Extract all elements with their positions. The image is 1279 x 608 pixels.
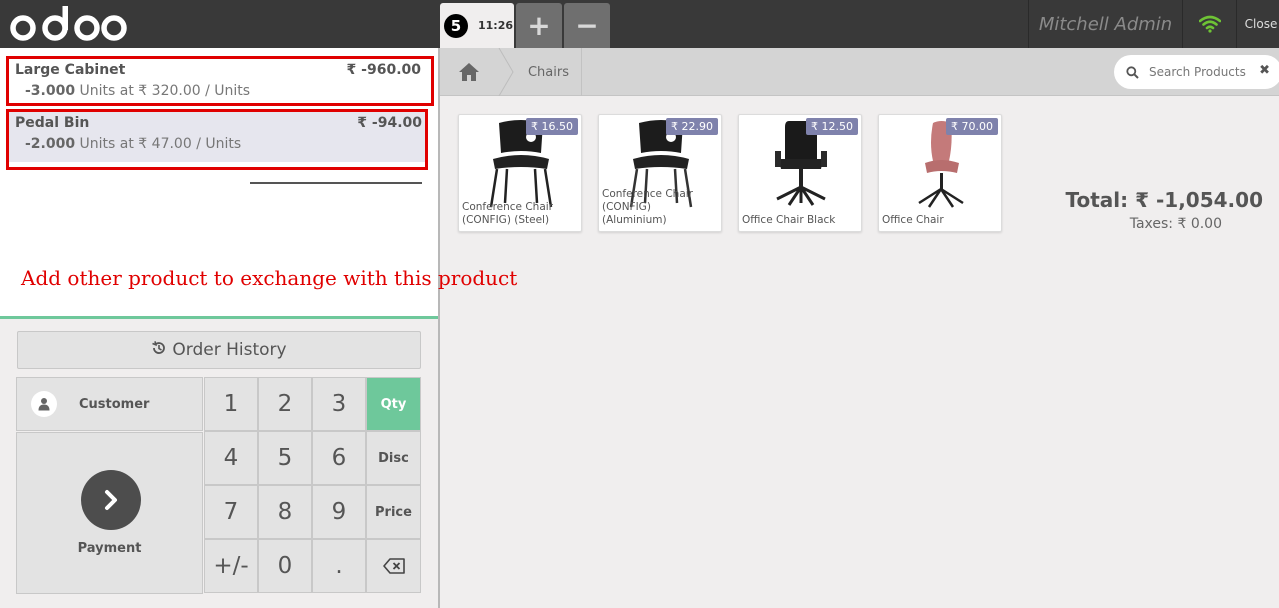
add-order-button[interactable]: + [516,3,562,48]
numpad-key-9[interactable]: 9 [312,485,366,539]
product-card[interactable]: ₹ 22.90 Conference Chair (CONFIG) (Alumi… [598,114,722,232]
order-time: 11:26 [478,19,514,32]
payment-button[interactable]: Payment [16,432,203,594]
pane-divider [438,48,440,608]
customer-button[interactable]: Customer [16,377,203,431]
chevron-right-icon [81,470,141,530]
order-total: Total: ₹ -1,054.00 [1065,188,1263,212]
mode-qty-button[interactable]: Qty [366,377,421,431]
product-price-tag: ₹ 12.50 [806,118,858,135]
orderline-detail: -3.000 Units at ₹ 320.00 / Units [25,83,250,99]
orderline-name: Large Cabinet [15,62,126,78]
breadcrumb: Chairs Search Products ✖ [440,48,1279,96]
search-placeholder: Search Products [1149,65,1246,79]
orderline-detail: -2.000 Units at ₹ 47.00 / Units [25,136,241,152]
orderline-qty: -3.000 [25,83,76,99]
control-area: Order History Customer Payment 1 2 3 Qty… [0,316,438,608]
numpad-key-sign[interactable]: +/- [204,539,258,593]
orderline-qty: -2.000 [25,136,76,152]
remove-order-button[interactable]: − [564,3,610,48]
mode-price-button[interactable]: Price [366,485,421,539]
product-card[interactable]: ₹ 12.50 Office Chair Black [738,114,862,232]
orderline-unit-info: Units at ₹ 47.00 / Units [75,136,242,152]
wifi-icon[interactable] [1182,0,1236,48]
orderline-name: Pedal Bin [15,115,90,131]
product-price-tag: ₹ 22.90 [666,118,718,135]
odoo-logo [10,6,127,41]
product-name: Office Chair Black [742,214,836,226]
backspace-icon [382,558,405,574]
numpad: 1 2 3 Qty 4 5 6 Disc 7 8 9 Price +/- 0 . [204,377,422,595]
history-icon [151,340,167,360]
orderline-price: ₹ -94.00 [357,115,422,131]
numpad-key-1[interactable]: 1 [204,377,258,431]
search-icon [1126,65,1139,79]
product-name: Office Chair [882,214,944,226]
numpad-key-6[interactable]: 6 [312,431,366,485]
pos-screen: 5 11:26 + − Mitchell Admin Close Large C… [0,0,1279,608]
breadcrumb-separator [498,48,514,96]
order-tab[interactable]: 5 11:26 [440,3,514,48]
numpad-key-2[interactable]: 2 [258,377,312,431]
annotation-text: Add other product to exchange with this … [21,266,518,290]
order-history-label: Order History [172,340,287,360]
user-name[interactable]: Mitchell Admin [1028,0,1182,48]
order-taxes: Taxes: ₹ 0.00 [1129,216,1222,232]
breadcrumb-category[interactable]: Chairs [516,48,582,96]
close-button[interactable]: Close [1236,0,1279,48]
numpad-key-dot[interactable]: . [312,539,366,593]
order-history-button[interactable]: Order History [17,331,421,369]
orderline-large-cabinet[interactable]: Large Cabinet ₹ -960.00 -3.000 Units at … [6,56,434,106]
customer-label: Customer [79,396,150,412]
search-input[interactable]: Search Products ✖ [1114,55,1279,89]
product-card[interactable]: ₹ 16.50 Conference Chair (CONFIG) (Steel… [458,114,582,232]
product-name: Conference Chair (CONFIG) (Steel) [462,201,553,226]
user-icon [31,391,57,417]
numpad-key-8[interactable]: 8 [258,485,312,539]
numpad-key-4[interactable]: 4 [204,431,258,485]
numpad-key-7[interactable]: 7 [204,485,258,539]
numpad-key-5[interactable]: 5 [258,431,312,485]
order-number-badge: 5 [444,13,468,38]
product-card[interactable]: ₹ 70.00 Office Chair [878,114,1002,232]
mode-disc-button[interactable]: Disc [366,431,421,485]
clear-search-icon[interactable]: ✖ [1259,63,1270,78]
orderline-price: ₹ -960.00 [346,62,421,78]
backspace-button[interactable] [366,539,421,593]
product-price-tag: ₹ 16.50 [526,118,578,135]
numpad-key-0[interactable]: 0 [258,539,312,593]
actionpad: Customer Payment 1 2 3 Qty 4 5 6 Disc 7 … [16,377,422,595]
home-icon [459,63,479,81]
numpad-key-3[interactable]: 3 [312,377,366,431]
top-bar: 5 11:26 + − Mitchell Admin Close [0,0,1279,48]
orderline-unit-info: Units at ₹ 320.00 / Units [75,83,251,99]
product-price-tag: ₹ 70.00 [946,118,998,135]
payment-label: Payment [77,541,142,556]
orderline-pedal-bin[interactable]: Pedal Bin ₹ -94.00 -2.000 Units at ₹ 47.… [6,109,428,170]
home-button[interactable] [440,48,498,96]
total-separator [250,182,422,184]
product-name: Conference Chair (CONFIG) (Aluminium) [602,188,693,226]
